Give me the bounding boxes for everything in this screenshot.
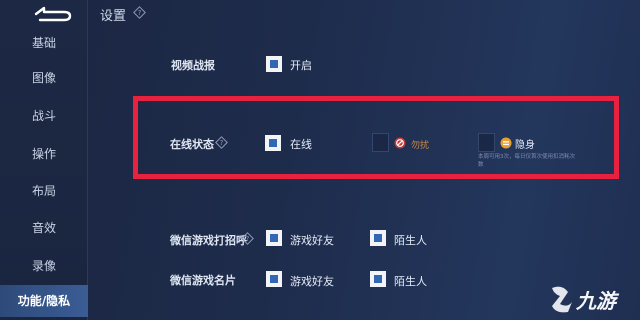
greeting-strangers-label: 陌生人	[394, 234, 427, 247]
battle-report-label: 视频战报	[171, 59, 215, 72]
do-not-disturb-icon	[394, 137, 406, 149]
sidebar-item-graphics[interactable]: 图像	[0, 67, 88, 89]
wechat-card-label: 微信游戏名片	[170, 274, 236, 287]
invisible-note-line2: 数	[478, 162, 484, 168]
greeting-friends-checkbox[interactable]	[266, 230, 282, 246]
greeting-strangers-checkbox[interactable]	[370, 230, 386, 246]
sidebar-item-privacy[interactable]: 功能/隐私	[0, 285, 88, 317]
sidebar-item-replay[interactable]: 录像	[0, 255, 88, 277]
card-strangers-checkbox[interactable]	[370, 271, 386, 287]
sidebar: 基础 图像 战斗 操作 布局 音效 录像 功能/隐私	[0, 0, 88, 320]
online-checkbox[interactable]	[265, 135, 281, 151]
card-friends-checkbox[interactable]	[266, 271, 282, 287]
dnd-option-label: 勿扰	[411, 141, 430, 151]
card-friends-label: 游戏好友	[290, 275, 334, 288]
back-arrow-icon[interactable]	[30, 4, 74, 24]
svg-text:?: ?	[220, 139, 224, 147]
online-status-label: 在线状态	[170, 138, 214, 151]
page-title: 设置	[100, 9, 127, 24]
sidebar-item-controls[interactable]: 操作	[0, 143, 88, 165]
watermark-text: 九游	[576, 289, 616, 313]
battle-report-checkbox[interactable]	[266, 56, 282, 72]
svg-text:?: ?	[138, 9, 142, 17]
invisible-icon	[500, 137, 512, 149]
sidebar-item-layout[interactable]: 布局	[0, 180, 88, 202]
card-strangers-label: 陌生人	[394, 275, 427, 288]
wechat-greeting-label: 微信游戏打招呼	[170, 234, 247, 247]
sidebar-item-basic[interactable]: 基础	[0, 32, 88, 54]
battle-report-option-label: 开启	[290, 59, 312, 72]
sidebar-item-combat[interactable]: 战斗	[0, 105, 88, 127]
invisible-option-label: 隐身	[515, 140, 535, 151]
online-option-label: 在线	[290, 138, 312, 151]
invisible-checkbox[interactable]	[478, 133, 495, 152]
help-icon[interactable]: ?	[215, 136, 228, 149]
sidebar-item-sound[interactable]: 音效	[0, 217, 88, 239]
dnd-checkbox[interactable]	[372, 133, 389, 152]
svg-text:?: ?	[246, 235, 250, 243]
invisible-note-line1: 本周可用3次，每日仅首次使用扣消耗次	[478, 154, 576, 160]
greeting-friends-label: 游戏好友	[290, 234, 334, 247]
help-icon[interactable]: ?	[133, 6, 146, 19]
help-icon[interactable]: ?	[241, 232, 254, 245]
